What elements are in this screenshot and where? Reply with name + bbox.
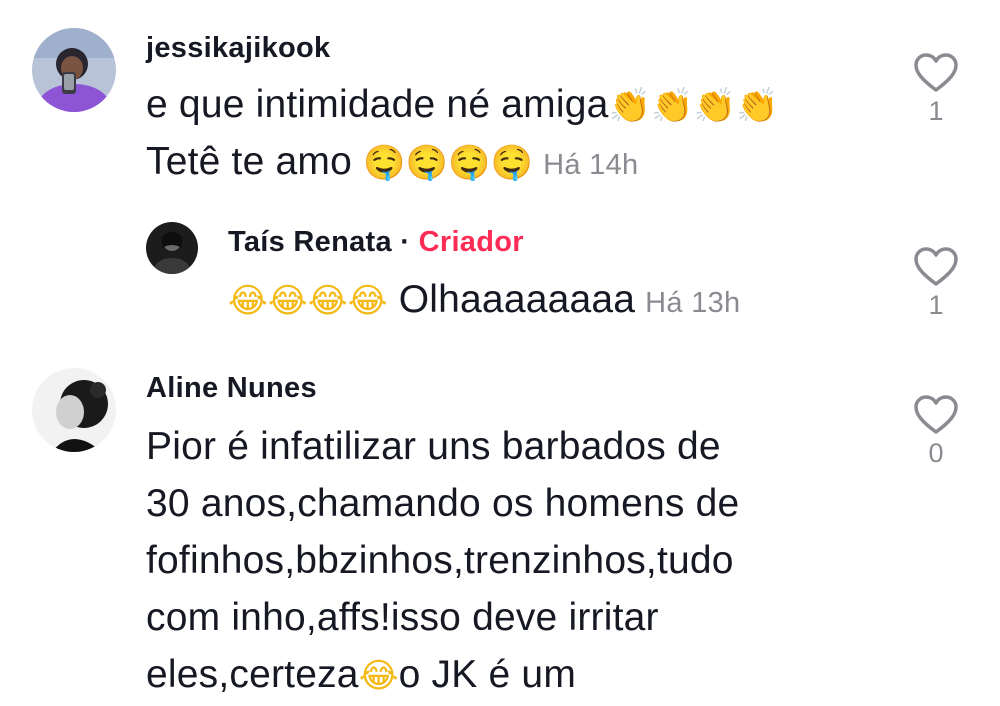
avatar[interactable]: [32, 28, 116, 112]
comment-text-part: eles,certeza: [146, 653, 359, 696]
comment-timestamp: Há 14h: [543, 149, 639, 181]
comment-username[interactable]: Aline Nunes: [146, 372, 317, 405]
comment-text: e que intimidade né amiga👏👏👏👏 Tetê te am…: [146, 77, 779, 193]
comment-text-part: Olhaaaaaaaa: [387, 278, 636, 321]
clapping-hands-emoji: 👏👏👏👏: [608, 86, 779, 126]
like-button[interactable]: 1: [906, 246, 966, 321]
comment-text: Pior é infatilizar uns barbados de 30 an…: [146, 418, 739, 705]
comment-text-line: eles,certeza😂o JK é um: [146, 646, 739, 705]
comment-timestamp: Há 13h: [645, 287, 741, 319]
reply-username[interactable]: Taís Renata: [228, 226, 392, 258]
comment-text-part: Tetê te amo: [146, 140, 364, 183]
comment-tais-renata-reply: Taís Renata · Criador 😂😂😂😂 Olhaaaaaaaa Há…: [0, 200, 1000, 350]
like-count: 1: [928, 96, 944, 126]
like-button[interactable]: 0: [906, 394, 966, 469]
like-button[interactable]: 1: [906, 52, 966, 127]
creator-badge: Criador: [418, 226, 524, 258]
heart-outline-icon: [914, 247, 958, 286]
comment-text-part: o JK é um: [398, 653, 577, 696]
tears-of-joy-emoji: 😂: [358, 656, 399, 696]
comment-text: 😂😂😂😂 Olhaaaaaaaa Há 13h: [228, 272, 741, 331]
comment-username[interactable]: jessikajikook: [146, 32, 330, 65]
avatar[interactable]: [32, 368, 116, 452]
heart-outline-icon: [914, 53, 958, 92]
comment-text-line: e que intimidade né amiga👏👏👏👏: [146, 77, 779, 134]
comment-text-line: Tetê te amo 🤤🤤🤤🤤 Há 14h: [146, 134, 779, 193]
avatar[interactable]: [146, 222, 198, 274]
comment-username: Taís Renata · Criador: [228, 226, 524, 259]
like-count: 0: [928, 438, 944, 468]
separator-dot: ·: [400, 226, 411, 258]
comment-text-line: 30 anos,chamando os homens de: [146, 482, 740, 525]
like-count: 1: [928, 290, 944, 320]
comment-aline-nunes: Aline Nunes Pior é infatilizar uns barba…: [0, 350, 1000, 706]
heart-outline-icon: [914, 395, 958, 434]
comment-text-line: Pior é infatilizar uns barbados de: [146, 425, 721, 468]
comment-text-line: fofinhos,bbzinhos,trenzinhos,tudo: [146, 539, 734, 582]
drooling-face-emoji: 🤤🤤🤤🤤: [363, 143, 534, 183]
comment-text-line: com inho,affs!isso deve irritar: [146, 596, 659, 639]
comment-text-part: e que intimidade né amiga: [146, 83, 609, 126]
comment-jessikajikook: jessikajikook e que intimidade né amiga👏…: [0, 0, 1000, 200]
tears-of-joy-emoji: 😂😂😂😂: [228, 281, 388, 321]
